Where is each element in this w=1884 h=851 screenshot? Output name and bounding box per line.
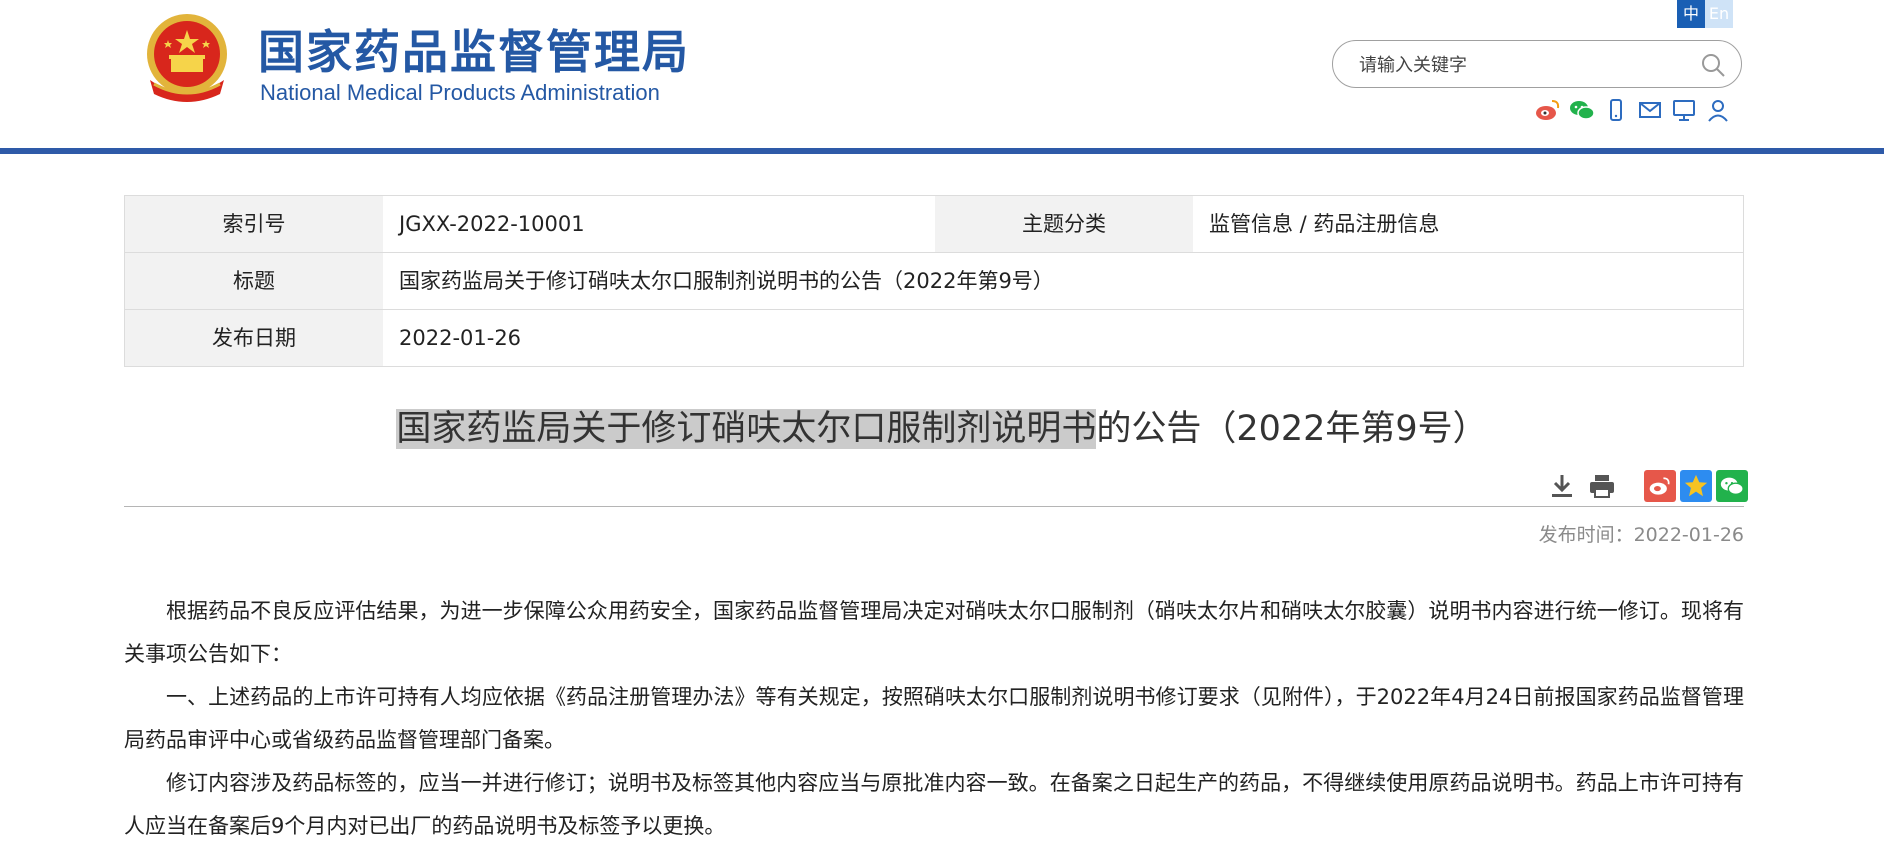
date-label: 发布日期: [125, 310, 383, 366]
share-qzone-icon[interactable]: [1680, 470, 1712, 502]
share-weibo-icon[interactable]: [1644, 470, 1676, 502]
mail-icon[interactable]: [1636, 96, 1664, 124]
title-label: 标题: [125, 253, 383, 309]
title-value: 国家药监局关于修订硝呋太尔口服制剂说明书的公告（2022年第9号）: [399, 269, 1054, 293]
download-icon[interactable]: [1544, 468, 1580, 504]
index-value: JGXX-2022-10001: [399, 212, 585, 236]
date-value: 2022-01-26: [399, 326, 522, 350]
paragraph: 一、上述药品的上市许可持有人均应依据《药品注册管理办法》等有关规定，按照硝呋太尔…: [124, 685, 1744, 752]
topic-value: 监管信息 / 药品注册信息: [1209, 212, 1440, 236]
wechat-icon[interactable]: [1568, 96, 1596, 124]
table-row: 索引号 JGXX-2022-10001 主题分类 监管信息 / 药品注册信息: [125, 196, 1743, 253]
print-icon[interactable]: [1584, 468, 1620, 504]
mobile-icon[interactable]: [1602, 96, 1630, 124]
user-icon[interactable]: [1704, 96, 1732, 124]
weibo-icon[interactable]: [1534, 96, 1562, 124]
article-body: 根据药品不良反应评估结果，为进一步保障公众用药安全，国家药品监督管理局决定对硝呋…: [124, 590, 1744, 848]
site-title-en: National Medical Products Administration: [260, 80, 660, 105]
paragraph: 修订内容涉及药品标签的，应当一并进行修订；说明书及标签其他内容应当与原批准内容一…: [124, 771, 1744, 838]
screen-icon[interactable]: [1670, 96, 1698, 124]
table-row: 发布日期 2022-01-26: [125, 310, 1743, 366]
title-divider: [124, 506, 1744, 507]
lang-en-button[interactable]: En: [1705, 0, 1733, 28]
site-header: 国家药品监督管理局 National Medical Products Admi…: [0, 0, 1884, 150]
language-switcher: 中 En: [1677, 0, 1733, 28]
lang-zh-button[interactable]: 中: [1677, 0, 1705, 28]
paragraph: 根据药品不良反应评估结果，为进一步保障公众用药安全，国家药品监督管理局决定对硝呋…: [124, 599, 1744, 666]
topic-label: 主题分类: [935, 196, 1193, 252]
article-title-selected-text[interactable]: 国家药监局关于修订硝呋太尔口服制剂说明书: [396, 409, 1097, 449]
search-input[interactable]: [1359, 51, 1679, 79]
header-divider: [0, 148, 1884, 154]
search-icon[interactable]: [1699, 51, 1727, 79]
publish-time: 发布时间：2022-01-26: [1538, 524, 1744, 546]
header-share-bar: [1534, 96, 1732, 124]
article-title-rest[interactable]: 的公告（2022年第9号）: [1096, 409, 1487, 449]
table-row: 标题 国家药监局关于修订硝呋太尔口服制剂说明书的公告（2022年第9号）: [125, 253, 1743, 310]
site-title-cn: 国家药品监督管理局: [258, 25, 690, 79]
index-label: 索引号: [125, 196, 383, 252]
article-title: 国家药监局关于修订硝呋太尔口服制剂说明书的公告（2022年第9号）: [0, 400, 1884, 451]
share-wechat-icon[interactable]: [1716, 470, 1748, 502]
national-emblem-logo[interactable]: [140, 10, 234, 106]
search-box: [1332, 40, 1742, 88]
article-toolbar: [1540, 468, 1748, 504]
document-info-table: 索引号 JGXX-2022-10001 主题分类 监管信息 / 药品注册信息 标…: [124, 195, 1744, 367]
